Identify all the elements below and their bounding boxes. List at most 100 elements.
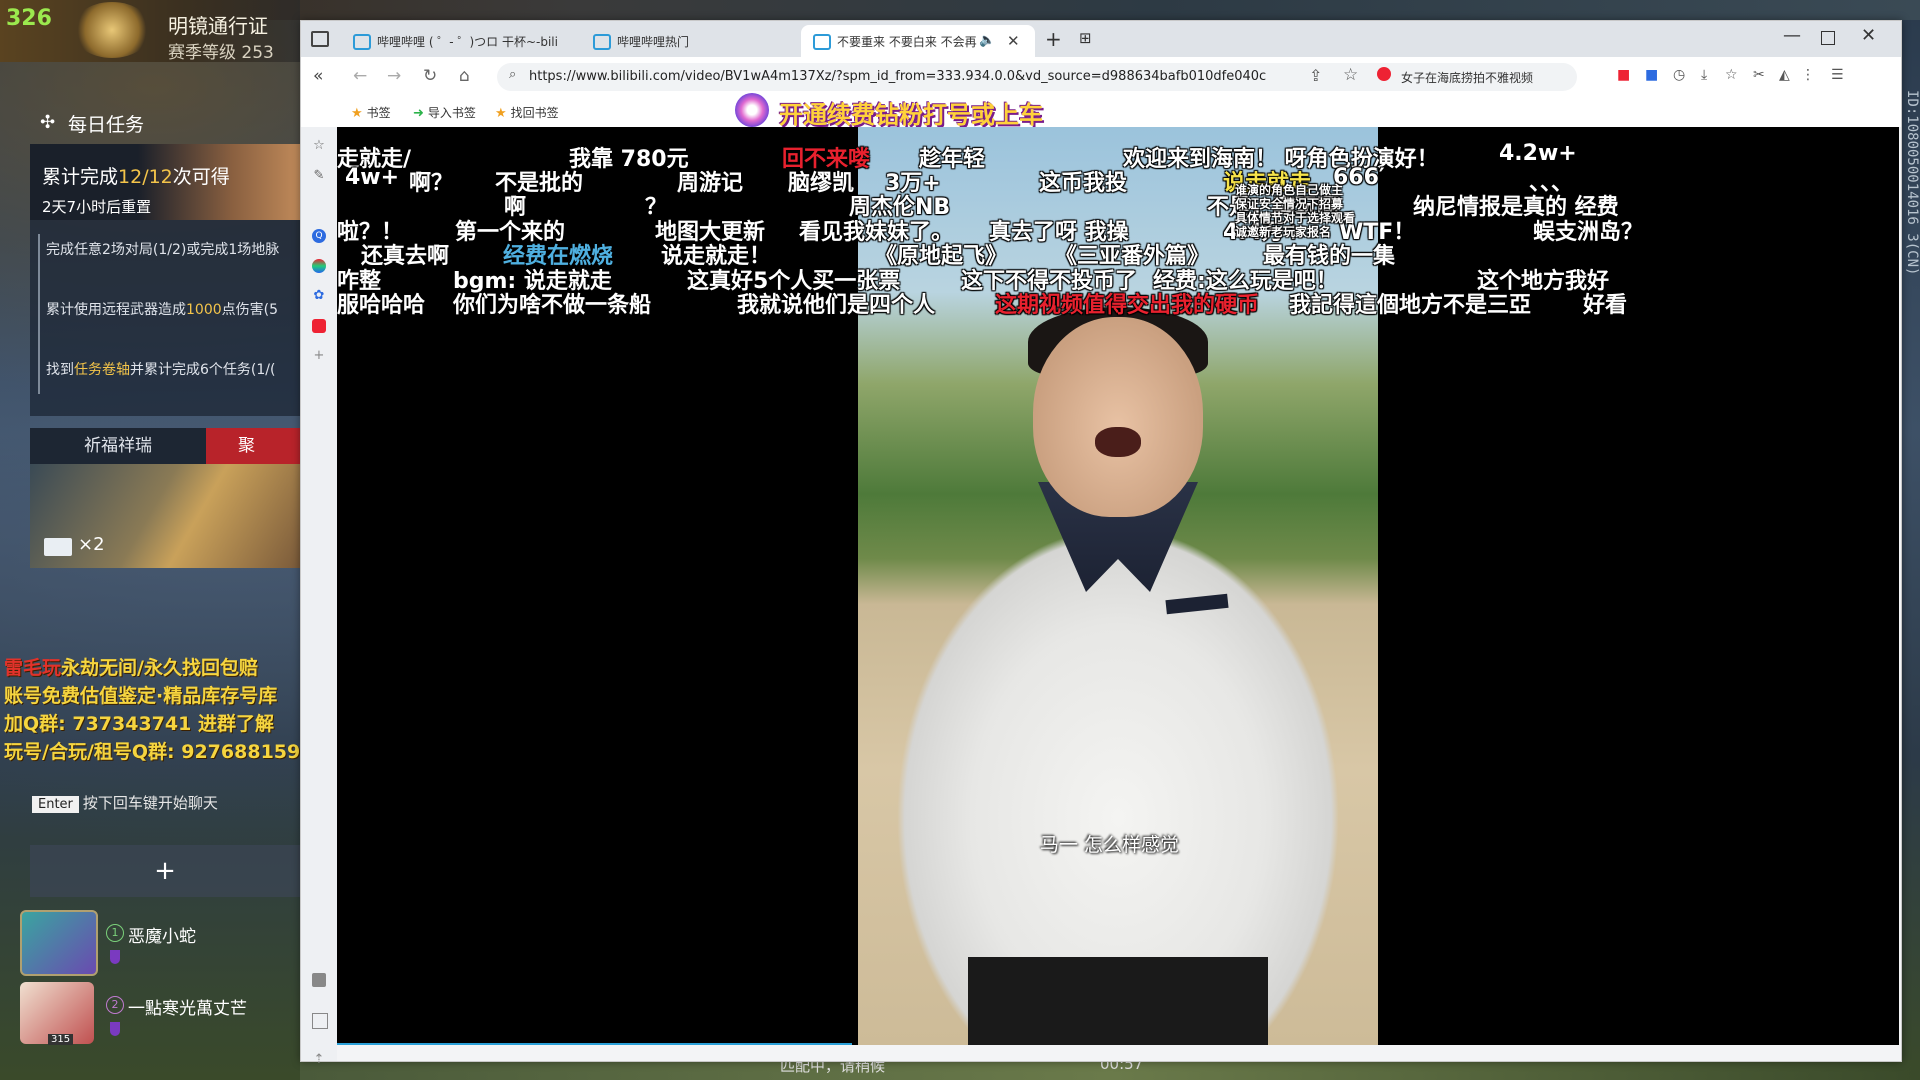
pass-level: 326	[6, 6, 52, 31]
daily-tasks-card: 累计完成12/12次可得 2天7小时后重置 完成任意2场对局(1/2)或完成1场…	[30, 144, 300, 416]
add-teammate-button[interactable]: +	[30, 845, 300, 897]
video-progress-bar[interactable]	[337, 1043, 852, 1045]
search-engine-icon[interactable]	[1377, 67, 1391, 81]
ad-line: 玩号/合玩/租号Q群: 927688159	[4, 741, 301, 763]
task-divider	[38, 354, 40, 394]
home-button[interactable]: ⌂	[459, 66, 470, 86]
video-player[interactable]: 马一 怎么样感觉 走就走/我靠 780元 回不来喽 趁年轻 欢迎来到海南！ 呀角色扮演…	[337, 127, 1899, 1045]
search-icon: ⌕	[509, 67, 517, 82]
speaker-icon[interactable]: 🔈	[979, 25, 995, 57]
danmaku-item: 4.2w+	[1499, 141, 1577, 166]
danmaku-item: 好看	[1583, 293, 1628, 318]
address-bar[interactable]: ⌕ https://www.bilibili.com/video/BV1wA4m…	[497, 63, 1577, 91]
bilibili-icon	[593, 33, 611, 50]
video-person-head	[1033, 317, 1203, 517]
danmaku-item: 周游记	[677, 171, 744, 196]
danmaku-item: 这期视频值得交出我的硬币	[995, 293, 1260, 318]
tiny-danmaku-block: 谁演的角色自己做主 保证安全情况下招募 具体情节对于选择观看 诚邀新老玩家报名	[1235, 183, 1355, 239]
danmaku-item: 服哈哈哈	[337, 293, 426, 318]
pass-emblem-icon	[72, 2, 152, 58]
url-text[interactable]: https://www.bilibili.com/video/BV1wA4m13…	[529, 69, 1289, 84]
screenshot-icon[interactable]: ✂	[1753, 67, 1765, 83]
bookmark-item[interactable]: ★ 找回书签	[495, 104, 559, 121]
teammate-name: 一點寒光萬丈芒	[128, 999, 247, 1019]
new-tab-button[interactable]: +	[1045, 27, 1062, 51]
download-icon[interactable]: ⤓	[1701, 67, 1707, 83]
favorites-icon[interactable]: ☆	[312, 139, 326, 153]
app-red-icon[interactable]	[312, 319, 326, 333]
edit-icon[interactable]: ✎	[312, 169, 326, 183]
danmaku-item: 你们为啥不做一条船	[453, 293, 652, 318]
daily-tasks-title: 每日任务	[68, 114, 145, 136]
translate-icon[interactable]: ■	[1645, 67, 1658, 83]
search-app-icon[interactable]: Q	[312, 229, 326, 243]
close-tab-icon[interactable]: ✕	[1007, 25, 1020, 57]
world-icon[interactable]	[312, 259, 326, 273]
browser-tab-active[interactable]: 不要重来 不要白来 不会再 🔈 ✕	[801, 25, 1035, 57]
window-icon[interactable]	[312, 1013, 328, 1029]
bookmark-item[interactable]: ★ 书签	[351, 104, 391, 121]
task-item[interactable]: 找到任务卷轴并累计完成6个任务(1/(	[46, 359, 300, 379]
forward-button[interactable]: →	[387, 66, 401, 86]
teammate-row[interactable]: 315 2 一點寒光萬丈芒	[20, 982, 300, 1045]
browser-tab[interactable]: 哔哩哔哩热门	[581, 25, 815, 57]
danmaku-item: 诚邀新老玩家报名	[1235, 225, 1332, 239]
danmaku-item: 这币我投	[1039, 171, 1128, 196]
teammate-name: 恶魔小蛇	[128, 927, 196, 947]
promo-banner[interactable]: 开通续费钻粉打号或上车	[735, 93, 1155, 129]
enter-key-label: Enter	[32, 796, 79, 813]
maximize-button[interactable]	[1821, 31, 1835, 45]
star-icon: ★	[495, 106, 507, 121]
sidebar-toggle-icon[interactable]	[311, 31, 329, 47]
task-item[interactable]: 完成任意2场对局(1/2)或完成1场地脉	[46, 239, 300, 259]
video-person-shorts	[968, 957, 1268, 1045]
prayer-banner-image[interactable]: ×2	[30, 464, 300, 568]
shield-icon	[110, 1022, 120, 1036]
reload-button[interactable]: ↻	[423, 66, 437, 86]
task-item[interactable]: 累计使用远程武器造成1000点伤害(5	[46, 299, 300, 319]
bookmark-item[interactable]: ➜ 导入书签	[413, 104, 476, 121]
browser-tab[interactable]: 哔哩哔哩 ( ゜- ゜)つロ 干杯~-bilibi	[341, 25, 575, 57]
history-icon[interactable]: ◷	[1673, 67, 1685, 83]
bookmark-star-icon[interactable]: ☆	[1343, 65, 1358, 85]
favorites-icon[interactable]: ☆	[1725, 67, 1738, 83]
back-button[interactable]: ←	[353, 66, 367, 86]
more-icon[interactable]: ⋮	[1801, 67, 1815, 83]
close-window-button[interactable]: ✕	[1861, 25, 1876, 46]
tab-grid-icon[interactable]: ⊞	[1079, 29, 1092, 47]
tab-bar: 哔哩哔哩 ( ゜- ゜)つロ 干杯~-bilibi 哔哩哔哩热门 不要重来 不要…	[301, 21, 1901, 57]
collapse-icon[interactable]: «	[313, 66, 323, 86]
daily-complete-text: 累计完成12/12次可得	[42, 166, 230, 188]
folder-icon[interactable]	[312, 973, 326, 987]
teammate-row[interactable]: 1 恶魔小蛇	[20, 910, 300, 976]
hot-search-text[interactable]: 女子在海底捞拍不雅视频	[1401, 69, 1561, 86]
pin-icon[interactable]: ⇡	[312, 1053, 326, 1067]
bilibili-icon	[813, 33, 831, 50]
danmaku-item: 保证安全情况下招募	[1235, 197, 1344, 211]
tab-prayer[interactable]: 祈福祥瑞	[30, 428, 206, 464]
danmaku-item: 脑缪凯	[788, 171, 855, 196]
battle-pass-header[interactable]: 326 明镜通行证 赛季等级 253	[0, 0, 300, 63]
browser-toolbar: « ← → ↻ ⌂ ⌕ https://www.bilibili.com/vid…	[301, 57, 1901, 97]
menu-icon[interactable]: ☰	[1831, 67, 1844, 83]
ai-assistant-icon[interactable]: ◭	[1779, 67, 1790, 83]
teammate-level: 315	[48, 1034, 74, 1045]
video-subtitle: 马一 怎么样感觉	[1040, 834, 1180, 856]
shield-icon	[110, 950, 120, 964]
chat-enter-hint: Enter 按下回车键开始聊天	[32, 792, 218, 813]
tab-treasure[interactable]: 聚宝	[206, 428, 300, 464]
danmaku-item: 啊？	[409, 171, 454, 196]
share-icon[interactable]: ⇪	[1309, 66, 1322, 85]
daily-tasks-icon: ✣	[40, 112, 56, 133]
diamond-badge-icon	[735, 93, 769, 127]
ad-line: 雷毛玩永劫无间/永久找回包赔	[4, 657, 258, 679]
pdf-extension-icon[interactable]: ■	[1617, 67, 1630, 83]
daily-tasks-header[interactable]: ✣ 每日任务	[30, 108, 300, 140]
add-icon[interactable]: +	[312, 349, 326, 363]
minimize-button[interactable]: —	[1783, 25, 1801, 46]
baidu-paw-icon[interactable]: ✿	[312, 289, 326, 303]
video-person-mouth	[1095, 427, 1141, 457]
star-icon: ★	[351, 106, 363, 121]
danmaku-item: 谁演的角色自己做主	[1235, 183, 1344, 197]
pass-title: 明镜通行证	[168, 14, 268, 38]
